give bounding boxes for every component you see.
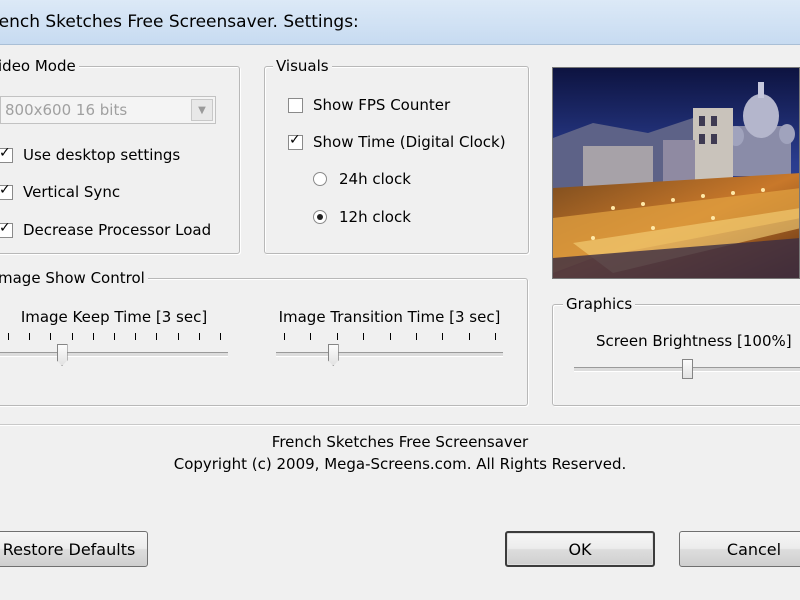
slider-tick — [310, 333, 312, 340]
use-desktop-settings-checkbox[interactable]: ✓ — [0, 145, 13, 163]
image-transition-time-ticks — [276, 333, 503, 341]
show-fps-checkbox[interactable]: ✓ — [288, 97, 303, 113]
slider-tick — [442, 333, 444, 340]
slider-tick — [8, 333, 9, 340]
slider-tick — [363, 333, 365, 340]
slider-tick — [336, 333, 338, 340]
slider-tick — [389, 333, 391, 340]
resolution-select[interactable]: 800x600 16 bits ▼ — [0, 96, 216, 124]
show-fps-label: Show FPS Counter — [313, 96, 451, 114]
clock-24h-row[interactable]: 24h clock — [313, 168, 411, 190]
decrease-processor-load-label: Decrease Processor Load — [23, 221, 212, 239]
window-title: rench Sketches Free Screensaver. Setting… — [0, 12, 359, 32]
ok-button[interactable]: OK — [505, 531, 655, 567]
vertical-sync-label: Vertical Sync — [23, 183, 121, 201]
screen-brightness-label: Screen Brightness [100%] — [596, 332, 792, 350]
slider-tick — [495, 333, 496, 340]
use-desktop-settings-label: Use desktop settings — [23, 146, 181, 164]
paris-night-picture — [553, 68, 799, 278]
slider-tick — [284, 333, 285, 340]
screen-brightness-slider[interactable]: Screen Brightness [100%] — [574, 332, 800, 392]
show-time-label: Show Time (Digital Clock) — [313, 133, 506, 151]
cancel-button[interactable]: Cancel — [679, 531, 800, 567]
resolution-value: 800x600 16 bits — [5, 101, 128, 119]
slider-tick — [114, 333, 115, 340]
image-transition-time-label: Image Transition Time [3 sec] — [278, 308, 501, 326]
clock-24h-label: 24h clock — [339, 170, 411, 188]
vertical-sync-row[interactable]: ✓ Vertical Sync — [0, 181, 120, 203]
graphics-title: Graphics — [563, 294, 636, 314]
clock-24h-radio[interactable] — [313, 172, 327, 186]
image-keep-time-slider[interactable]: Image Keep Time [3 sec] — [0, 308, 228, 368]
image-keep-time-thumb[interactable] — [56, 344, 68, 366]
title-bar: rench Sketches Free Screensaver. Setting… — [0, 0, 800, 45]
image-transition-time-slider[interactable]: Image Transition Time [3 sec] — [276, 308, 503, 368]
video-mode-title: ideo Mode — [0, 56, 79, 76]
image-keep-time-ticks — [0, 333, 228, 341]
visuals-title: Visuals — [273, 56, 332, 76]
product-name: French Sketches Free Screensaver — [271, 433, 529, 451]
clock-12h-label: 12h clock — [339, 208, 411, 226]
chevron-down-icon: ▼ — [191, 99, 213, 121]
decrease-processor-load-checkbox[interactable]: ✓ — [0, 220, 13, 238]
slider-tick — [71, 333, 73, 340]
footer-separator — [0, 424, 800, 426]
image-transition-time-track[interactable] — [276, 352, 503, 357]
decrease-processor-load-row[interactable]: ✓ Decrease Processor Load — [0, 219, 211, 241]
image-transition-time-thumb[interactable] — [327, 344, 339, 366]
use-desktop-settings-row[interactable]: ✓ Use desktop settings — [0, 144, 180, 166]
screen-brightness-thumb[interactable] — [682, 359, 693, 379]
slider-tick — [198, 333, 200, 340]
slider-tick — [92, 333, 94, 340]
show-fps-row[interactable]: ✓ Show FPS Counter — [288, 94, 450, 116]
slider-tick — [220, 333, 221, 340]
image-show-control-title: mage Show Control — [0, 268, 148, 288]
preview-image — [552, 67, 800, 279]
slider-tick — [29, 333, 31, 340]
image-keep-time-label: Image Keep Time [3 sec] — [20, 308, 208, 326]
image-keep-time-track[interactable] — [0, 352, 228, 357]
slider-tick — [135, 333, 137, 340]
clock-12h-radio[interactable] — [313, 210, 327, 224]
restore-defaults-button[interactable]: Restore Defaults — [0, 531, 148, 567]
slider-tick — [468, 333, 470, 340]
slider-tick — [156, 333, 158, 340]
show-time-row[interactable]: ✓ Show Time (Digital Clock) — [288, 131, 506, 153]
show-time-checkbox[interactable]: ✓ — [288, 132, 303, 150]
slider-tick — [415, 333, 417, 340]
clock-12h-row[interactable]: 12h clock — [313, 206, 411, 228]
slider-tick — [50, 333, 52, 340]
slider-tick — [177, 333, 179, 340]
vertical-sync-checkbox[interactable]: ✓ — [0, 182, 13, 200]
copyright-text: Copyright (c) 2009, Mega-Screens.com. Al… — [173, 455, 627, 473]
